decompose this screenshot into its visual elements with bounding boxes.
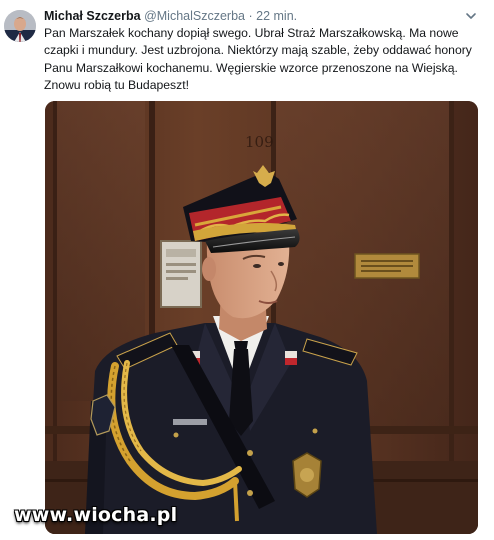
tweet-text-line: Znowu robią tu Budapeszt! [44, 77, 189, 92]
tweet-text-line: Pan Marszałek kochany dopiął swego. Ubra… [44, 26, 459, 40]
tweet-header: Michał Szczerba @MichalSzczerba · 22 min… [44, 9, 297, 24]
watermark: www.wiocha.pl [14, 504, 178, 526]
tweet-photo[interactable]: 109 [45, 101, 478, 534]
tweet-text-line: czapki i mundury. Jest uzbrojona. Niektó… [44, 43, 472, 58]
avatar[interactable] [4, 10, 36, 42]
door-number: 109 [245, 133, 274, 151]
separator-dot: · [248, 9, 253, 23]
display-name[interactable]: Michał Szczerba [44, 9, 141, 23]
tweet-card: Michał Szczerba @MichalSzczerba · 22 min… [0, 0, 494, 540]
timestamp[interactable]: 22 min. [256, 9, 297, 23]
chevron-down-icon[interactable] [464, 9, 478, 23]
tweet-text: Pan Marszałek kochany dopiął swego. Ubra… [44, 25, 484, 94]
tweet-text-line: Panu Marszałkowi kochanemu. Węgierskie w… [44, 60, 458, 75]
user-handle[interactable]: @MichalSzczerba [144, 9, 245, 23]
